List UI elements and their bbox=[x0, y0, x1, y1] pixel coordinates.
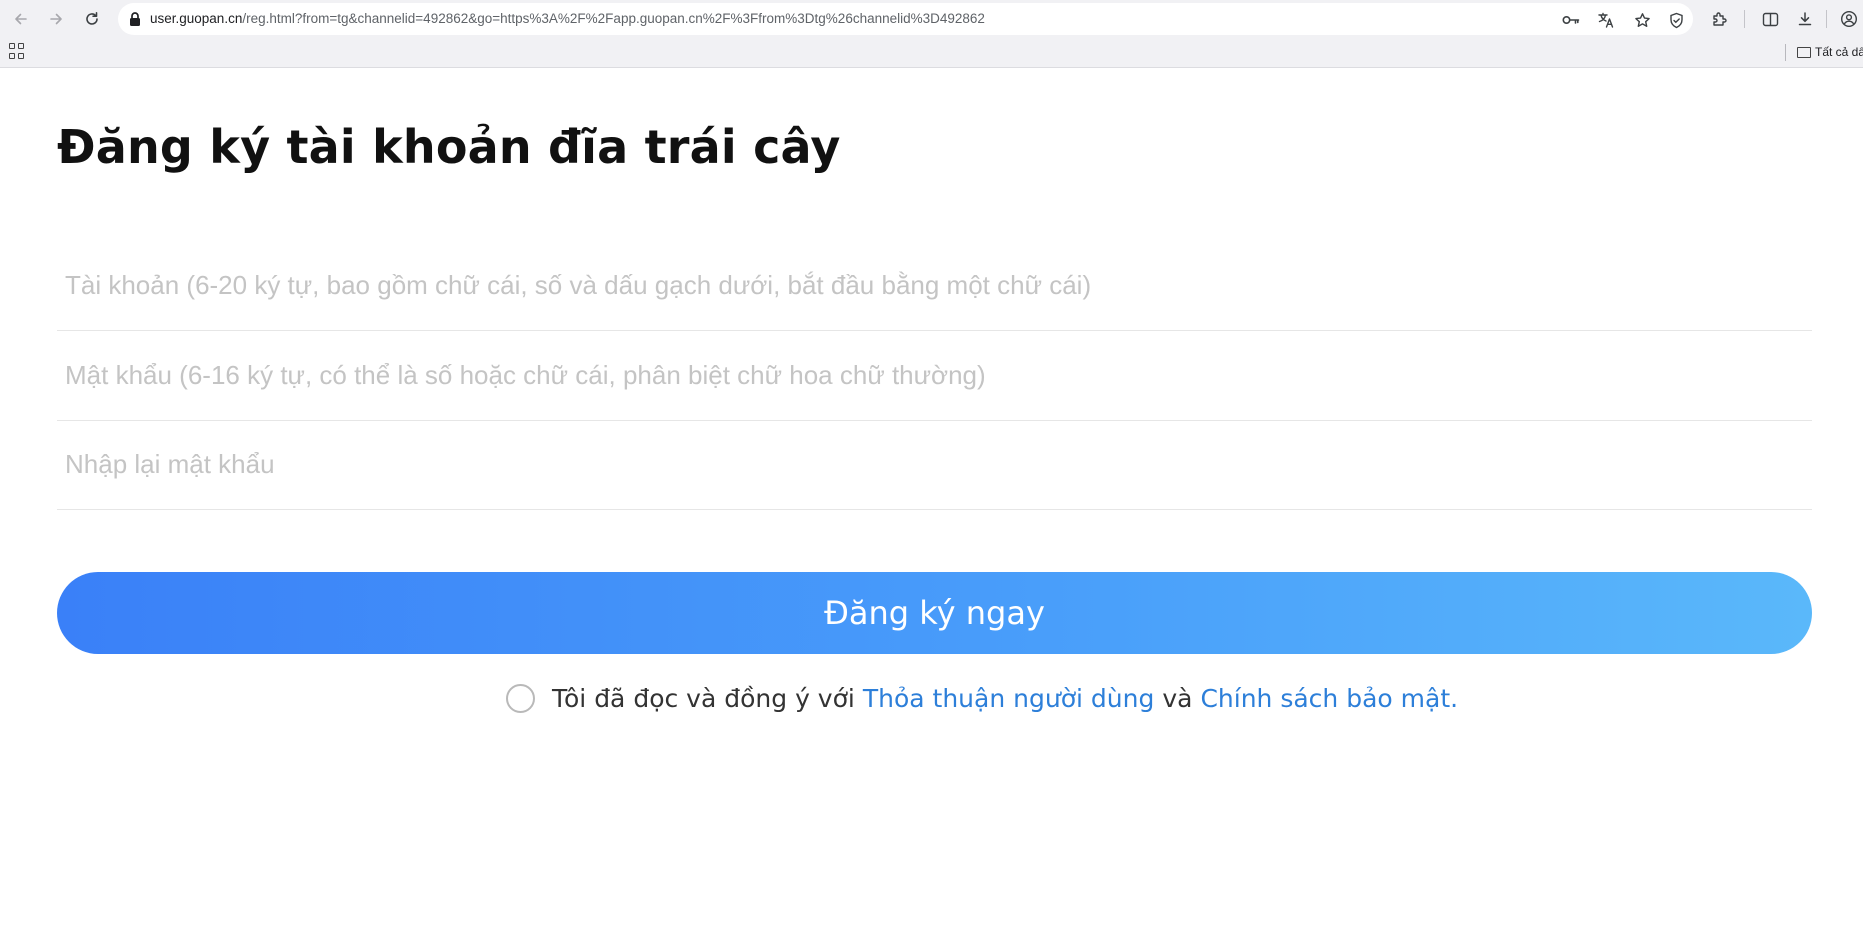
bookmark-folder-all[interactable]: Tất cả dấu trang bbox=[1797, 42, 1863, 62]
address-bar[interactable]: user.guopan.cn/reg.html?from=tg&channeli… bbox=[118, 3, 1693, 35]
url-text[interactable]: user.guopan.cn/reg.html?from=tg&channeli… bbox=[150, 3, 985, 35]
star-icon[interactable] bbox=[1631, 9, 1653, 31]
download-icon[interactable] bbox=[1792, 6, 1818, 32]
bookmarks-separator bbox=[1785, 44, 1786, 61]
agreement-prefix: Tôi đã đọc và đồng ý với bbox=[552, 683, 855, 713]
agree-radio[interactable] bbox=[506, 683, 535, 713]
agreement-row: Tôi đã đọc và đồng ý với Thỏa thuận ngườ… bbox=[506, 678, 1458, 718]
bookmarks-bar bbox=[0, 38, 1863, 68]
user-agreement-link[interactable]: Thỏa thuận người dùng bbox=[863, 684, 1154, 713]
agreement-conjunction: và bbox=[1162, 683, 1193, 713]
register-now-button[interactable]: Đăng ký ngay bbox=[57, 572, 1812, 654]
page-title: Đăng ký tài khoản đĩa trái cây bbox=[57, 120, 841, 174]
back-arrow-icon[interactable] bbox=[8, 6, 34, 32]
forward-arrow-icon[interactable] bbox=[43, 6, 69, 32]
lock-icon[interactable] bbox=[127, 11, 143, 27]
bookmark-folder-label: Tất cả dấu trang bbox=[1815, 45, 1863, 59]
reload-icon[interactable] bbox=[79, 6, 105, 32]
split-screen-icon[interactable] bbox=[1757, 6, 1783, 32]
shield-icon[interactable] bbox=[1665, 9, 1687, 31]
translate-icon[interactable] bbox=[1595, 9, 1617, 31]
confirm-password-input[interactable] bbox=[57, 420, 1812, 509]
url-path: /reg.html?from=tg&channelid=492862&go=ht… bbox=[242, 11, 985, 26]
apps-grid-icon[interactable] bbox=[9, 43, 25, 59]
password-input[interactable] bbox=[57, 331, 1812, 420]
confirm-password-field bbox=[57, 420, 1812, 510]
account-input[interactable] bbox=[57, 241, 1812, 330]
extensions-icon[interactable] bbox=[1706, 6, 1732, 32]
browser-toolbar: user.guopan.cn/reg.html?from=tg&channeli… bbox=[0, 0, 1863, 38]
account-field bbox=[57, 241, 1812, 331]
toolbar-separator bbox=[1826, 10, 1827, 28]
toolbar-separator bbox=[1744, 10, 1745, 28]
url-host: user.guopan.cn bbox=[150, 11, 243, 26]
key-icon[interactable] bbox=[1560, 9, 1582, 31]
browser-chrome: user.guopan.cn/reg.html?from=tg&channeli… bbox=[0, 0, 1863, 68]
privacy-policy-link[interactable]: Chính sách bảo mật. bbox=[1200, 684, 1458, 713]
password-field bbox=[57, 331, 1812, 421]
folder-icon bbox=[1797, 46, 1811, 58]
profile-icon[interactable] bbox=[1836, 6, 1862, 32]
registration-page: Đăng ký tài khoản đĩa trái cây Đăng ký n… bbox=[0, 68, 1863, 927]
